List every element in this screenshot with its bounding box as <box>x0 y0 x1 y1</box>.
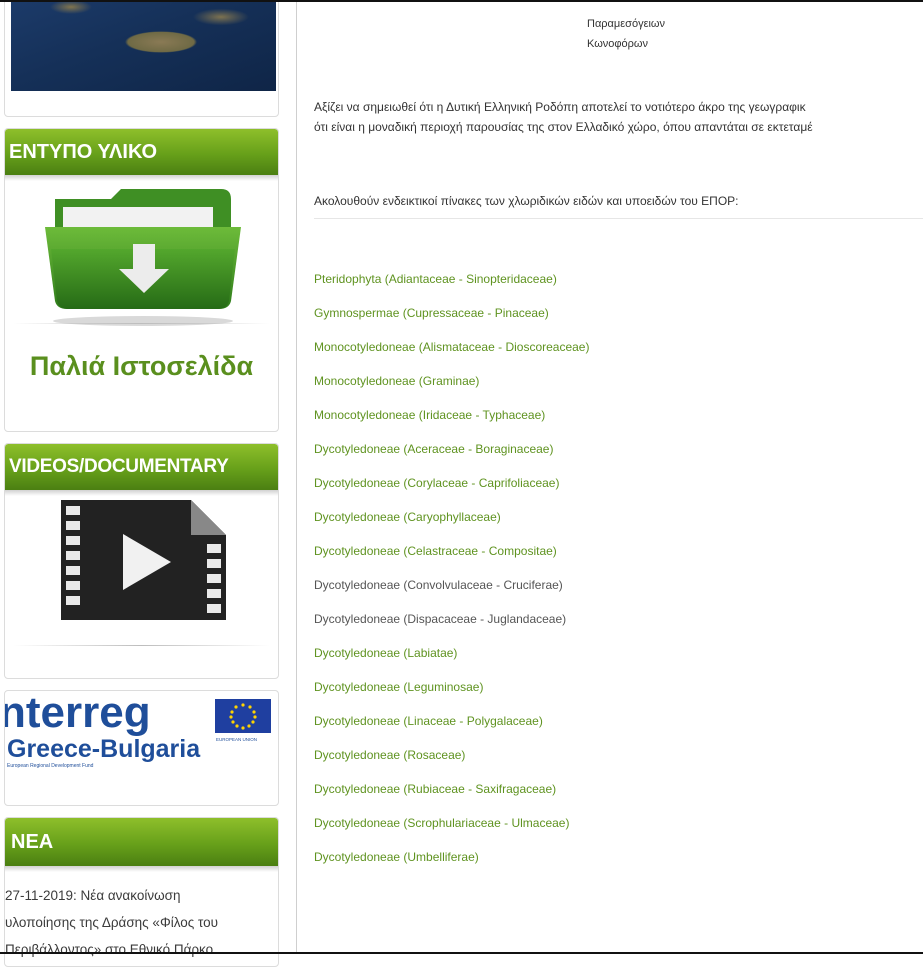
eu-flag-icon: EUROPEAN UNION <box>215 699 271 742</box>
print-material-title: ΕΝΤΥΠΟ ΥΛΙΚΟ <box>5 129 278 181</box>
main-content: Παραμεσόγειων Κωνοφόρων Αξίζει να σημειω… <box>296 0 923 954</box>
species-link[interactable]: Gymnospermae (Cupressaceae - Pinaceae) <box>314 302 589 336</box>
svg-text:European Regional Development: European Regional Development Fund <box>7 763 94 769</box>
species-link-list: Pteridophyta (Adiantaceae - Sinopteridac… <box>314 268 589 880</box>
news-item[interactable]: 27-11-2019: Νέα ανακοίνωση υλοποίησης τη… <box>5 882 275 963</box>
species-link[interactable]: Dycotyledoneae (Labiatae) <box>314 642 589 676</box>
divider <box>13 323 270 324</box>
satellite-map-image[interactable] <box>11 0 276 91</box>
interreg-logo: nterreg Greece-Bulgaria European Regiona… <box>5 691 271 769</box>
film-play-icon[interactable] <box>61 500 226 620</box>
species-link[interactable]: Dycotyledoneae (Convolvulaceae - Crucife… <box>314 574 589 608</box>
svg-text:Greece-Bulgaria: Greece-Bulgaria <box>7 735 201 763</box>
table-cell: Κωνοφόρων <box>587 38 649 50</box>
species-link[interactable]: Dycotyledoneae (Celastraceae - Composita… <box>314 540 589 574</box>
news-line: υλοποίησης της Δράσης «Φίλος του <box>5 915 219 930</box>
species-link[interactable]: Dycotyledoneae (Dispacaceae - Juglandace… <box>314 608 589 642</box>
table-cell: Παραμεσόγειων <box>587 18 666 30</box>
news-widget: ΝΕΑ 27-11-2019: Νέα ανακοίνωση υλοποίηση… <box>4 817 279 967</box>
divider <box>13 645 270 646</box>
map-widget[interactable] <box>4 0 279 117</box>
folder-download-icon[interactable] <box>41 189 246 429</box>
news-title: ΝΕΑ <box>5 818 278 872</box>
species-link[interactable]: Dycotyledoneae (Linaceae - Polygalaceae) <box>314 710 589 744</box>
species-link[interactable]: Dycotyledoneae (Umbelliferae) <box>314 846 589 880</box>
svg-text:EUROPEAN UNION: EUROPEAN UNION <box>216 737 257 742</box>
species-link[interactable]: Dycotyledoneae (Caryophyllaceae) <box>314 506 589 540</box>
divider <box>314 218 923 219</box>
species-link[interactable]: Dycotyledoneae (Aceraceae - Boraginaceae… <box>314 438 589 472</box>
species-link[interactable]: Monocotyledoneae (Iridaceae - Typhaceae) <box>314 404 589 438</box>
old-site-link[interactable]: Παλιά Ιστοσελίδα <box>5 351 278 382</box>
species-link[interactable]: Dycotyledoneae (Corylaceae - Caprifoliac… <box>314 472 589 506</box>
paragraph-line: ότι είναι η μοναδική περιοχή παρουσίας τ… <box>314 120 813 134</box>
species-link[interactable]: Dycotyledoneae (Rosaceae) <box>314 744 589 778</box>
paragraph-line: Αξίζει να σημειωθεί ότι η Δυτική Ελληνικ… <box>314 100 806 114</box>
videos-title: VIDEOS/DOCUMENTARY <box>5 444 278 496</box>
species-link[interactable]: Dycotyledoneae (Rubiaceae - Saxifragacea… <box>314 778 589 812</box>
interreg-widget[interactable]: nterreg Greece-Bulgaria European Regiona… <box>4 690 279 806</box>
species-link[interactable]: Monocotyledoneae (Alismataceae - Dioscor… <box>314 336 589 370</box>
print-material-widget: ΕΝΤΥΠΟ ΥΛΙΚΟ Παλιά Ιστοσελίδα <box>4 128 279 432</box>
species-link[interactable]: Dycotyledoneae (Scrophulariaceae - Ulmac… <box>314 812 589 846</box>
species-intro: Ακολουθούν ενδεικτικοί πίνακες των χλωρι… <box>314 194 739 208</box>
species-link[interactable]: Dycotyledoneae (Leguminosae) <box>314 676 589 710</box>
svg-text:nterreg: nterreg <box>5 691 151 737</box>
species-link[interactable]: Pteridophyta (Adiantaceae - Sinopteridac… <box>314 268 589 302</box>
vegetation-table-fragment: Παραμεσόγειων Κωνοφόρων <box>587 14 787 54</box>
videos-widget: VIDEOS/DOCUMENTARY <box>4 443 279 679</box>
species-link[interactable]: Monocotyledoneae (Graminae) <box>314 370 589 404</box>
news-line: 27-11-2019: Νέα ανακοίνωση <box>5 888 181 903</box>
sidebar: ΕΝΤΥΠΟ ΥΛΙΚΟ Παλιά Ιστοσελίδα VIDEOS/DOC… <box>0 0 282 967</box>
news-line: Περιβάλλοντος» στο Εθνικό Πάρκο <box>5 942 214 957</box>
